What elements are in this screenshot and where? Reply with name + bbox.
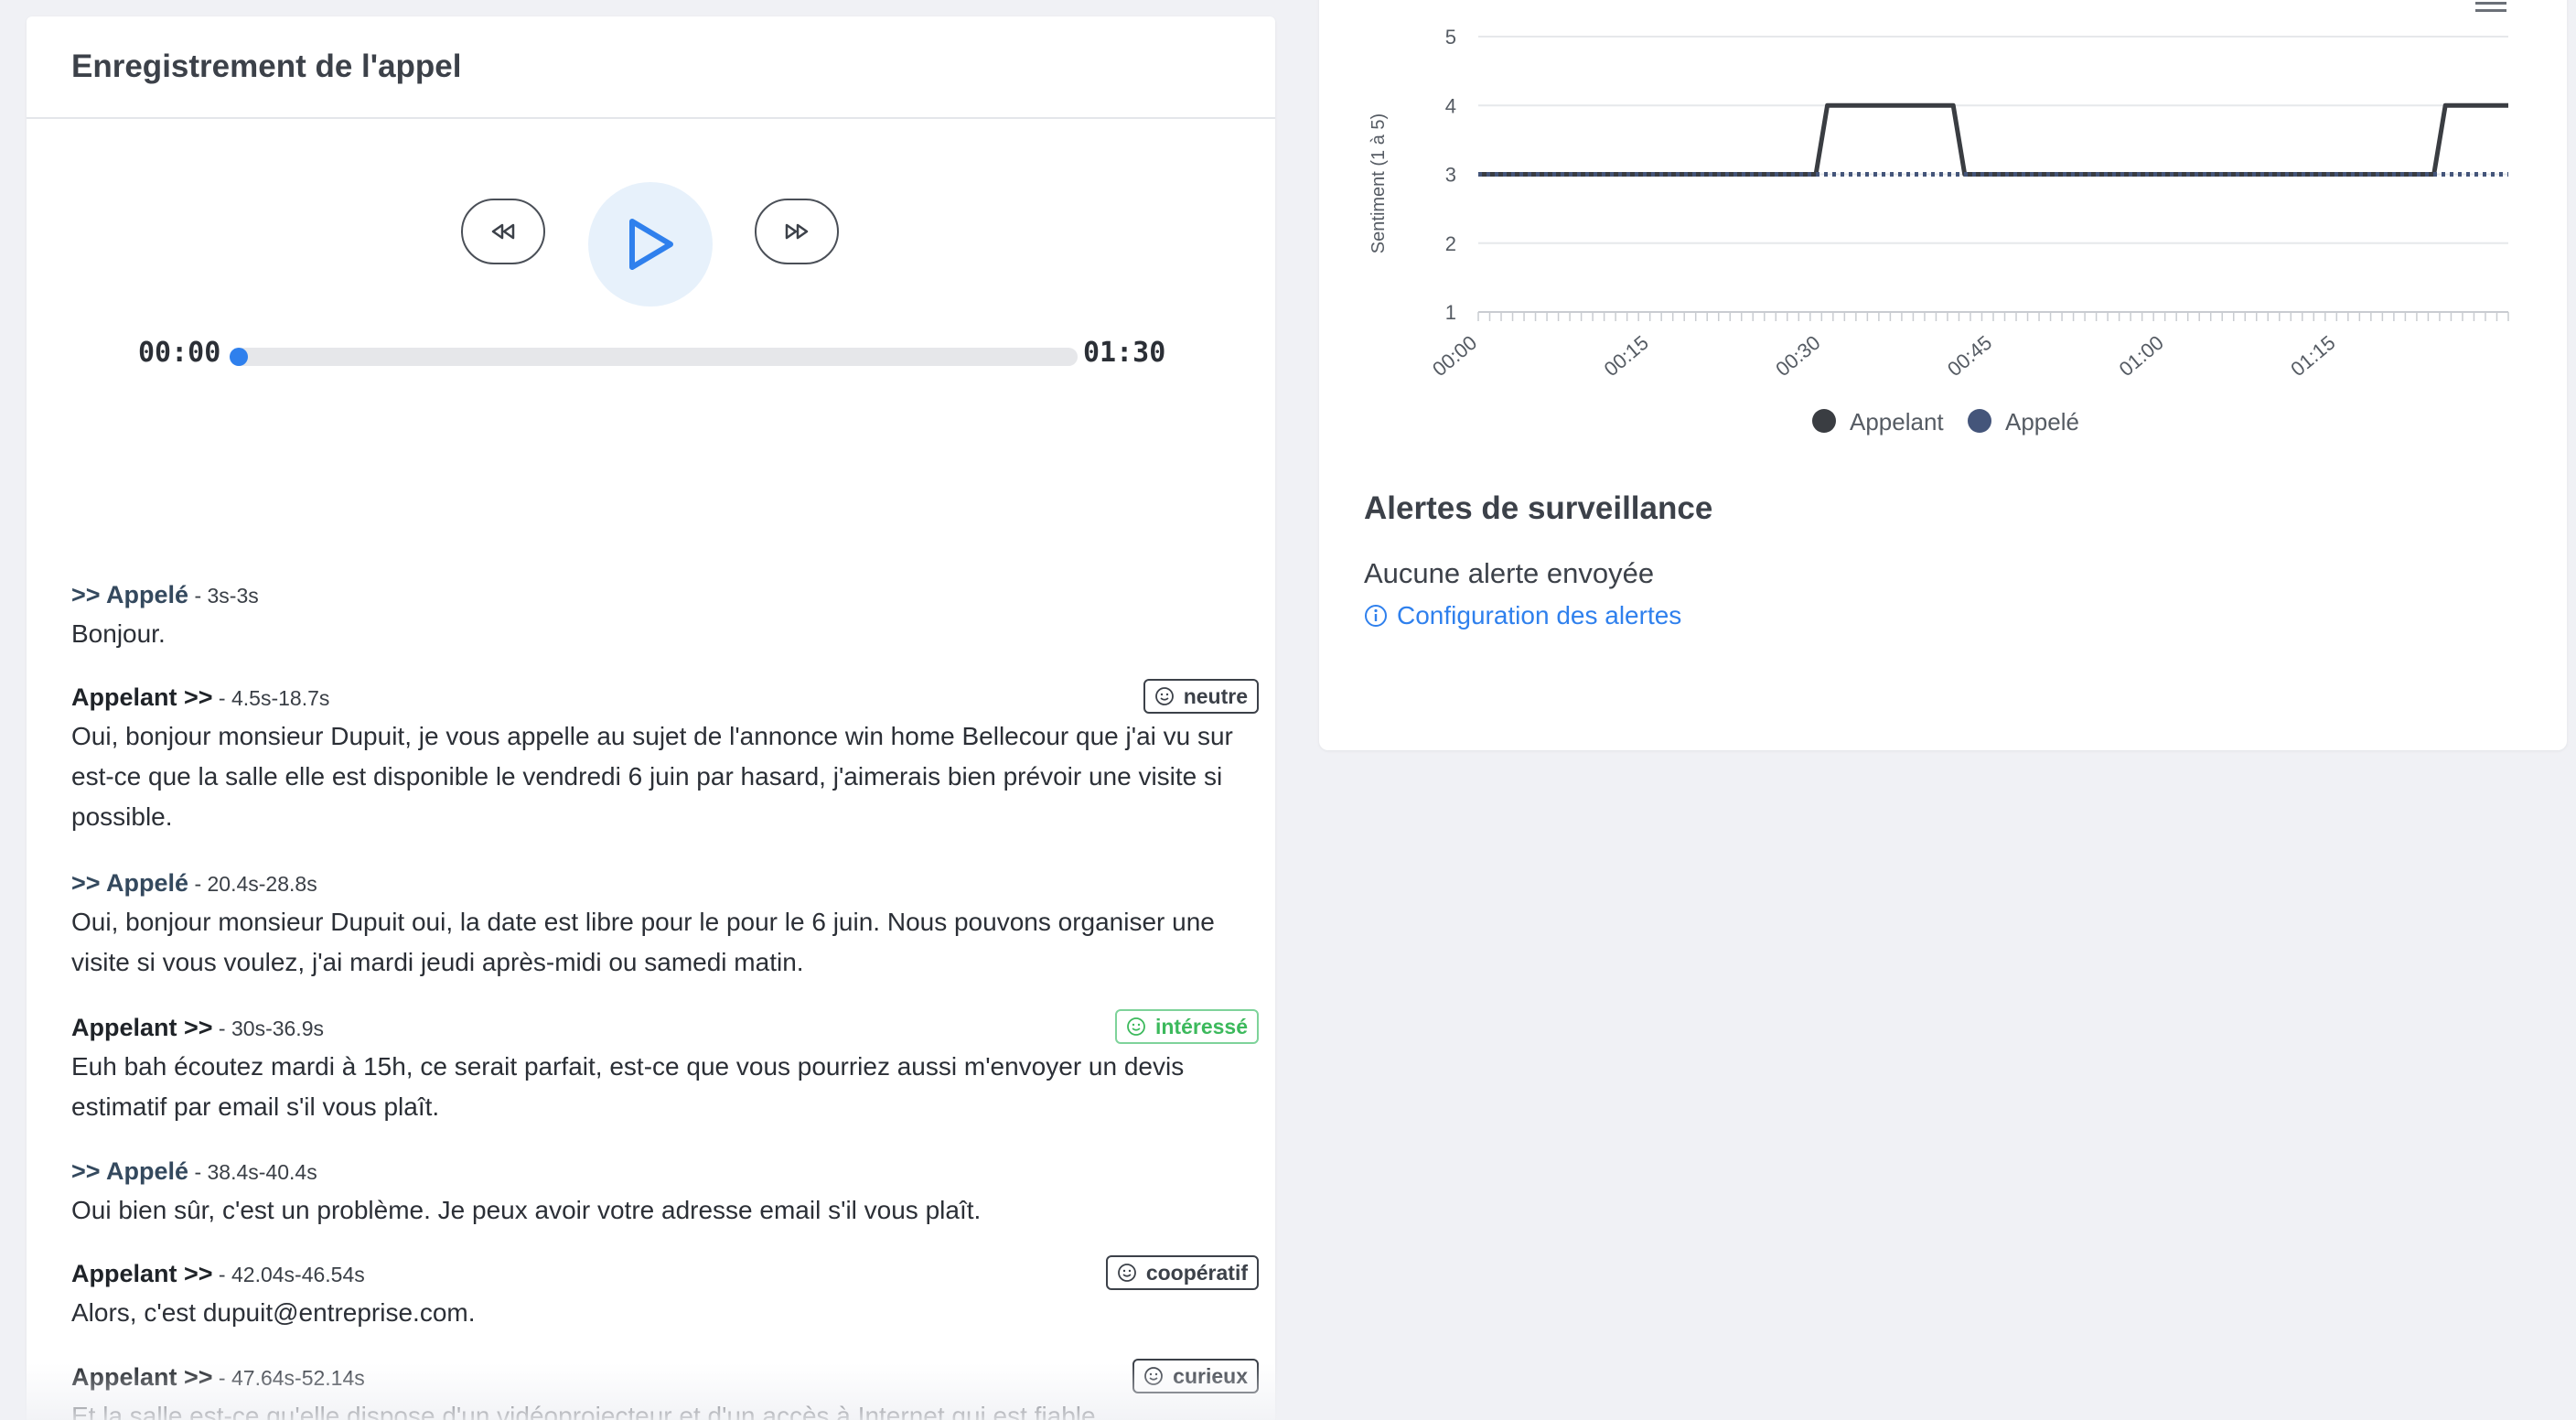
card-header: Enregistrement de l'appel — [27, 16, 1275, 119]
segment-timing: - 30s-36.9s — [212, 1017, 324, 1040]
x-tick-label: 01:15 — [2286, 331, 2339, 382]
progress-bar[interactable] — [230, 348, 1078, 366]
y-tick-label: 1 — [1445, 301, 1456, 324]
transcript-entry: >> Appelé - 3s-3s Bonjour. — [71, 576, 1259, 654]
play-icon — [629, 219, 673, 270]
legend-label: Appelé — [2005, 408, 2079, 436]
call-recording-card: Enregistrement de l'appel 00:00 01:30 >>… — [27, 16, 1275, 1420]
x-tick-label: 00:45 — [1943, 331, 1996, 382]
y-tick-label: 3 — [1445, 164, 1456, 187]
transcript-entry: Appelant >> - 30s-36.9s Euh bah écoutez m… — [71, 1009, 1259, 1127]
alerts-config-label: Configuration des alertes — [1397, 601, 1682, 629]
transcript-entry-header: Appelant >> - 42.04s-46.54s — [71, 1255, 1259, 1293]
alerts-config-link[interactable]: Configuration des alertes — [1364, 601, 1681, 630]
transcript-entry: >> Appelé - 38.4s-40.4s Oui bien sûr, c'e… — [71, 1153, 1259, 1231]
y-tick-label: 5 — [1445, 26, 1456, 48]
x-tick-label: 01:00 — [2115, 331, 2168, 382]
segment-text: Alors, c'est dupuit@entreprise.com. — [71, 1298, 476, 1327]
transcript-entry: >> Appelé - 20.4s-28.8s Oui, bonjour mons… — [71, 865, 1259, 983]
sentiment-badge-label: coopératif — [1145, 1260, 1248, 1285]
info-icon — [1365, 605, 1387, 627]
smile-icon — [1154, 687, 1174, 705]
legend-marker — [1812, 409, 1836, 433]
speaker-label: >> Appelé — [71, 581, 189, 608]
smile-icon — [1117, 1264, 1136, 1282]
transcript-entry-header: >> Appelé - 3s-3s — [71, 576, 1259, 614]
x-tick-label: 00:00 — [1428, 331, 1481, 382]
rewind-button[interactable] — [461, 199, 545, 264]
series-line-appelant — [1478, 102, 2508, 177]
x-tick-label: 00:15 — [1600, 331, 1653, 382]
segment-timing: - 3s-3s — [188, 584, 259, 608]
y-axis-label: Sentiment (1 à 5) — [1368, 113, 1389, 253]
bottom-fade — [0, 1363, 2576, 1420]
forward-icon — [785, 223, 809, 240]
transcript-entry-header: >> Appelé - 38.4s-40.4s — [71, 1153, 1259, 1190]
speaker-label: Appelant >> — [71, 683, 213, 711]
y-tick-label: 4 — [1445, 94, 1456, 117]
sentiment-chart: 1 2 3 4 5 00:00 00:15 00:30 00:45 01:00 01:15 Senti… — [1368, 26, 2509, 436]
total-time: 01:30 — [1083, 337, 1166, 369]
current-time: 00:00 — [138, 337, 221, 369]
x-tick-label: 00:30 — [1771, 331, 1824, 382]
y-tick-label: 2 — [1445, 232, 1456, 255]
rewind-icon — [491, 223, 515, 240]
transcript-entry: Appelant >> - 42.04s-46.54s Alors, c'est … — [71, 1255, 1259, 1333]
forward-button[interactable] — [755, 199, 839, 264]
segment-text: Bonjour. — [71, 619, 166, 648]
segment-timing: - 4.5s-18.7s — [212, 686, 330, 710]
segment-text: Oui bien sûr, c'est un problème. Je peux… — [71, 1196, 982, 1224]
sentiment-badge: neutre — [1143, 679, 1259, 714]
play-button[interactable] — [588, 182, 713, 307]
speaker-label: >> Appelé — [71, 1157, 189, 1185]
segment-timing: - 42.04s-46.54s — [212, 1263, 365, 1286]
speaker-label: Appelant >> — [71, 1260, 213, 1287]
speaker-label: Appelant >> — [71, 1014, 213, 1041]
alerts-status: Aucune alerte envoyée — [1364, 557, 1655, 589]
segment-timing: - 20.4s-28.8s — [188, 872, 317, 896]
transcript-entry-header: Appelant >> - 30s-36.9s — [71, 1009, 1259, 1047]
segment-text: Euh bah écoutez mardi à 15h, ce serait p… — [71, 1052, 1192, 1121]
progress-handle[interactable] — [230, 348, 248, 366]
hamburger-menu-icon[interactable] — [2475, 0, 2506, 20]
sentiment-badge: intéressé — [1114, 1009, 1259, 1044]
legend-label: Appelant — [1850, 408, 1944, 436]
card-title: Enregistrement de l'appel — [71, 48, 462, 84]
transcript-entry: Appelant >> - 4.5s-18.7s Oui, bonjour mon… — [71, 679, 1259, 837]
alerts-title: Alertes de surveillance — [1364, 490, 1713, 526]
transcript-entry-header: >> Appelé - 20.4s-28.8s — [71, 865, 1259, 902]
speaker-label: >> Appelé — [71, 869, 189, 897]
sentiment-badge: coopératif — [1105, 1255, 1259, 1290]
segment-timing: - 38.4s-40.4s — [188, 1160, 317, 1184]
audio-player-controls — [27, 166, 1275, 307]
segment-text: Oui, bonjour monsieur Dupuit oui, la dat… — [71, 908, 1222, 976]
smile-icon — [1127, 1017, 1145, 1036]
sentiment-badge-label: neutre — [1183, 683, 1248, 708]
sentiment-badge-label: intéressé — [1154, 1014, 1248, 1038]
transcript-entry-header: Appelant >> - 4.5s-18.7s — [71, 679, 1259, 716]
segment-text: Oui, bonjour monsieur Dupuit, je vous ap… — [71, 722, 1376, 831]
legend-marker — [1968, 409, 1991, 433]
